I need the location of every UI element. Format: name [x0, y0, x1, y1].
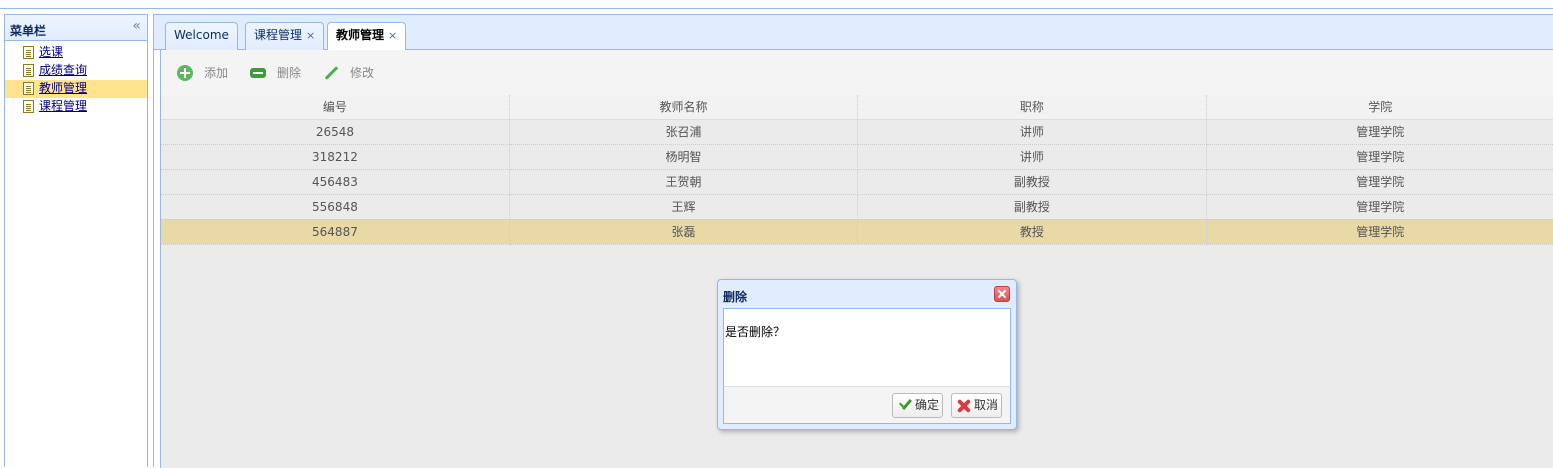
sidebar-menu: 选课 成绩查询 教师管理 课程管理	[5, 41, 147, 116]
toolbar: 添加 删除 修改	[161, 50, 1553, 95]
cell-title: 教授	[857, 219, 1207, 245]
table-row[interactable]: 26548 张召浦 讲师 管理学院	[161, 119, 1553, 145]
cell-title: 讲师	[857, 144, 1207, 170]
cancel-button-label: 取消	[974, 398, 999, 412]
collapse-sidebar-icon[interactable]: «	[132, 18, 141, 34]
table-header-row: 编号 教师名称 职称 学院	[161, 95, 1553, 120]
sidebar-title: 菜单栏	[10, 24, 47, 38]
cell-id: 318212	[161, 144, 510, 170]
teacher-table: 编号 教师名称 职称 学院 26548 张召浦 讲师 管理学院 318212 杨…	[161, 95, 1553, 245]
column-header-name[interactable]: 教师名称	[509, 95, 859, 120]
sidebar-item-teacher-management[interactable]: 教师管理	[5, 80, 147, 98]
cell-title: 讲师	[857, 119, 1207, 145]
cell-id: 556848	[161, 194, 510, 220]
sidebar-item-label[interactable]: 成绩查询	[39, 62, 87, 79]
column-header-title[interactable]: 职称	[857, 95, 1207, 120]
cell-college: 管理学院	[1206, 144, 1553, 170]
dialog-message: 是否删除？	[725, 325, 786, 339]
cell-college: 管理学院	[1206, 169, 1553, 195]
cell-title: 副教授	[857, 169, 1207, 195]
cell-name: 王辉	[509, 194, 859, 220]
plus-icon	[177, 65, 193, 81]
cell-college: 管理学院	[1206, 194, 1553, 220]
tab-label: Welcome	[174, 28, 229, 42]
column-header-id[interactable]: 编号	[161, 95, 510, 120]
cell-id: 564887	[161, 219, 510, 245]
sidebar-item-course-selection[interactable]: 选课	[5, 44, 147, 62]
tab-welcome[interactable]: Welcome	[165, 22, 238, 50]
column-header-college[interactable]: 学院	[1206, 95, 1553, 120]
edit-button-label: 修改	[350, 66, 375, 80]
tab-label: 课程管理	[254, 28, 303, 42]
cell-college: 管理学院	[1206, 219, 1553, 245]
tab-course-management[interactable]: 课程管理 ×	[245, 22, 325, 50]
tab-teacher-management[interactable]: 教师管理 ×	[327, 22, 407, 51]
cell-name: 张磊	[509, 219, 859, 245]
sidebar-item-label[interactable]: 选课	[39, 44, 63, 61]
sidebar-panel: 菜单栏 « 选课 成绩查询 教师管理 课程管理	[4, 14, 148, 467]
dialog-title: 删除	[723, 290, 748, 304]
confirm-button[interactable]: 确定	[892, 393, 944, 418]
add-button-label: 添加	[204, 66, 229, 80]
cell-name: 张召浦	[509, 119, 859, 145]
checkmark-icon	[897, 398, 913, 414]
cancel-button[interactable]: 取消	[951, 393, 1003, 418]
tab-strip: Welcome 课程管理 × 教师管理 ×	[154, 15, 1553, 51]
pencil-icon	[323, 65, 339, 81]
dialog-footer: 确定 取消	[723, 386, 1011, 424]
file-icon	[23, 82, 34, 95]
cell-college: 管理学院	[1206, 119, 1553, 145]
cell-name: 王贺朝	[509, 169, 859, 195]
file-icon	[23, 46, 34, 59]
file-icon	[23, 64, 34, 77]
cell-id: 456483	[161, 169, 510, 195]
cell-id: 26548	[161, 119, 510, 145]
minus-icon	[250, 68, 266, 78]
sidebar-item-label[interactable]: 教师管理	[39, 80, 87, 97]
close-icon[interactable]	[994, 286, 1010, 302]
sidebar-item-course-management[interactable]: 课程管理	[5, 98, 147, 116]
table-row[interactable]: 318212 杨明智 讲师 管理学院	[161, 144, 1553, 170]
cross-icon	[956, 398, 972, 414]
table-row-selected[interactable]: 564887 张磊 教授 管理学院	[161, 219, 1553, 245]
sidebar-item-label[interactable]: 课程管理	[39, 98, 87, 115]
file-icon	[23, 100, 34, 113]
dialog-body: 是否删除？	[723, 308, 1011, 386]
cell-name: 杨明智	[509, 144, 859, 170]
sidebar-header: 菜单栏 «	[5, 15, 147, 41]
table-row[interactable]: 456483 王贺朝 副教授 管理学院	[161, 169, 1553, 195]
close-icon[interactable]: ×	[388, 29, 397, 42]
delete-button-label: 删除	[277, 66, 302, 80]
table-row[interactable]: 556848 王辉 副教授 管理学院	[161, 194, 1553, 220]
cell-title: 副教授	[857, 194, 1207, 220]
top-banner	[0, 0, 1553, 9]
delete-confirm-dialog: 删除 是否删除？ 确定 取消	[717, 279, 1017, 430]
tab-label: 教师管理	[336, 28, 385, 42]
confirm-button-label: 确定	[915, 398, 940, 412]
close-icon[interactable]: ×	[306, 29, 315, 42]
sidebar-item-grade-query[interactable]: 成绩查询	[5, 62, 147, 80]
